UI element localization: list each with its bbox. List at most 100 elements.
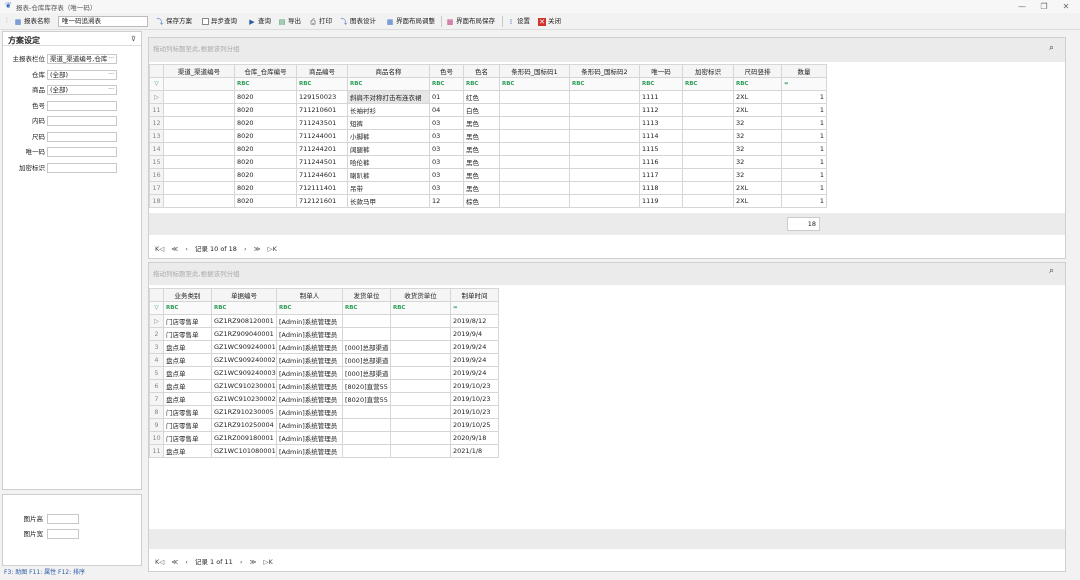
table-cell[interactable]: GZ1WC910230002 [211, 392, 277, 406]
table-cell[interactable]: 阔腿裤 [347, 142, 430, 156]
layout-save-button[interactable]: ▩ 界面布局保存 [446, 16, 495, 27]
table-cell[interactable]: 1114 [639, 129, 683, 143]
table-cell[interactable] [499, 129, 570, 143]
table-cell[interactable] [499, 168, 570, 182]
table-row[interactable]: 10 门店零售单 GZ1RZ009180001 [Admin]系统管理员 2020/9/… [149, 431, 499, 445]
table-row[interactable]: 4 盘点单 GZ1WC909240002 [Admin]系统管理员 [000]总部渠道 2… [149, 353, 499, 367]
filter-cell[interactable]: RBC [429, 77, 464, 91]
table-cell[interactable]: 711244501 [296, 155, 348, 169]
table-cell[interactable]: 8020 [234, 155, 297, 169]
ellipsis-icon[interactable]: ··· [108, 71, 114, 79]
table-cell[interactable]: 32 [733, 142, 782, 156]
table-cell[interactable]: 红色 [463, 90, 500, 104]
table-cell[interactable] [390, 327, 451, 341]
table-cell[interactable]: 8020 [234, 129, 297, 143]
table-cell[interactable]: 32 [733, 155, 782, 169]
table-cell[interactable]: 1 [781, 181, 827, 195]
image-field-input[interactable] [47, 514, 79, 524]
filter-cell[interactable]: RBC [390, 301, 451, 315]
table-cell[interactable]: 门店零售单 [163, 418, 212, 432]
table-cell[interactable]: 盘点单 [163, 340, 212, 354]
prev-record-button[interactable]: ‹ [185, 245, 188, 253]
table-cell[interactable] [499, 181, 570, 195]
table-row[interactable]: 8 门店零售单 GZ1RZ910230005 [Admin]系统管理员 2019/10/… [149, 405, 499, 419]
table-cell[interactable]: 喇叭裤 [347, 168, 430, 182]
table-cell[interactable]: 2XL [733, 181, 782, 195]
table-cell[interactable]: GZ1WC910230001 [211, 379, 277, 393]
table-cell[interactable]: 2XL [733, 90, 782, 104]
table-cell[interactable] [342, 444, 391, 458]
column-header[interactable]: 条形码_国标码1 [499, 64, 570, 78]
table-cell[interactable]: 12 [429, 194, 464, 208]
table-cell[interactable]: 2021/1/8 [450, 444, 499, 458]
table-cell[interactable] [569, 129, 640, 143]
table-row[interactable]: 17 8020 712111401 吊带 03 黑色 1118 2XL 1 [149, 181, 827, 195]
table-cell[interactable]: GZ1RZ910250004 [211, 418, 277, 432]
filter-cell[interactable]: = [450, 301, 499, 315]
table-cell[interactable]: 32 [733, 168, 782, 182]
table-cell[interactable]: 03 [429, 168, 464, 182]
scheme-field-input[interactable] [47, 131, 117, 142]
table-cell[interactable] [682, 181, 734, 195]
table-cell[interactable]: 棕色 [463, 194, 500, 208]
table-cell[interactable]: 2019/8/12 [450, 314, 499, 328]
table-cell[interactable]: 2019/10/23 [450, 379, 499, 393]
image-field-input[interactable] [47, 529, 79, 539]
table-cell[interactable]: [Admin]系统管理员 [276, 392, 343, 406]
scheme-field-input[interactable] [47, 116, 117, 126]
table-cell[interactable]: 8020 [234, 103, 297, 117]
print-button[interactable]: ⎙ 打印 [309, 16, 332, 27]
table-cell[interactable]: 711244601 [296, 168, 348, 182]
table-cell[interactable] [569, 168, 640, 182]
table-cell[interactable]: [8020]直营55 [342, 379, 391, 393]
table-cell[interactable]: 129150023 [296, 90, 348, 104]
column-header[interactable]: 制单人 [276, 288, 343, 302]
column-header[interactable]: 制单时间 [450, 288, 499, 302]
close-button[interactable]: ✕ 关闭 [538, 16, 561, 27]
filter-cell[interactable]: RBC [733, 77, 782, 91]
table-cell[interactable]: [Admin]系统管理员 [276, 366, 343, 380]
table-cell[interactable] [569, 181, 640, 195]
table-cell[interactable]: 32 [733, 129, 782, 143]
table-cell[interactable] [390, 431, 451, 445]
table-cell[interactable]: 盘点单 [163, 444, 212, 458]
table-cell[interactable] [499, 142, 570, 156]
table-cell[interactable] [682, 103, 734, 117]
table-cell[interactable]: 门店零售单 [163, 431, 212, 445]
table-cell[interactable]: GZ1RZ910230005 [211, 405, 277, 419]
filter-cell[interactable]: RBC [234, 77, 297, 91]
table-cell[interactable]: 01 [429, 90, 464, 104]
table-cell[interactable]: 2019/9/24 [450, 340, 499, 354]
table-cell[interactable]: [Admin]系统管理员 [276, 379, 343, 393]
minimize-button[interactable]: — [1015, 1, 1029, 12]
table-cell[interactable]: 2019/10/25 [450, 418, 499, 432]
table-row[interactable]: 16 8020 711244601 喇叭裤 03 黑色 1117 32 1 [149, 168, 827, 182]
table-cell[interactable]: 盘点单 [163, 379, 212, 393]
table-cell[interactable]: 2019/10/23 [450, 392, 499, 406]
table-cell[interactable]: 黑色 [463, 142, 500, 156]
filter-cell[interactable]: RBC [639, 77, 683, 91]
first-page-button[interactable]: K◁ [155, 245, 164, 253]
table-cell[interactable] [163, 181, 235, 195]
table-cell[interactable]: [Admin]系统管理员 [276, 405, 343, 419]
table-cell[interactable]: 1115 [639, 142, 683, 156]
table-cell[interactable] [682, 90, 734, 104]
table-cell[interactable]: 712121601 [296, 194, 348, 208]
table-row[interactable]: 11 8020 711210601 长袖衬衫 04 白色 1112 2XL 1 [149, 103, 827, 117]
filter-cell[interactable]: RBC [296, 77, 348, 91]
table-cell[interactable]: 03 [429, 155, 464, 169]
table-cell[interactable]: 8020 [234, 142, 297, 156]
prev-page-button[interactable]: ≪ [171, 558, 178, 566]
table-cell[interactable]: [Admin]系统管理员 [276, 327, 343, 341]
table-cell[interactable] [163, 129, 235, 143]
table-cell[interactable]: 04 [429, 103, 464, 117]
table-cell[interactable]: 白色 [463, 103, 500, 117]
table-cell[interactable] [390, 392, 451, 406]
table-cell[interactable]: [8020]直营55 [342, 392, 391, 406]
column-header[interactable]: 商品名称 [347, 64, 430, 78]
table-cell[interactable]: 711243501 [296, 116, 348, 130]
table-cell[interactable]: 吊带 [347, 181, 430, 195]
table-cell[interactable]: 03 [429, 116, 464, 130]
async-query-checkbox[interactable]: 异步查询 [202, 16, 237, 27]
table-cell[interactable]: 03 [429, 181, 464, 195]
